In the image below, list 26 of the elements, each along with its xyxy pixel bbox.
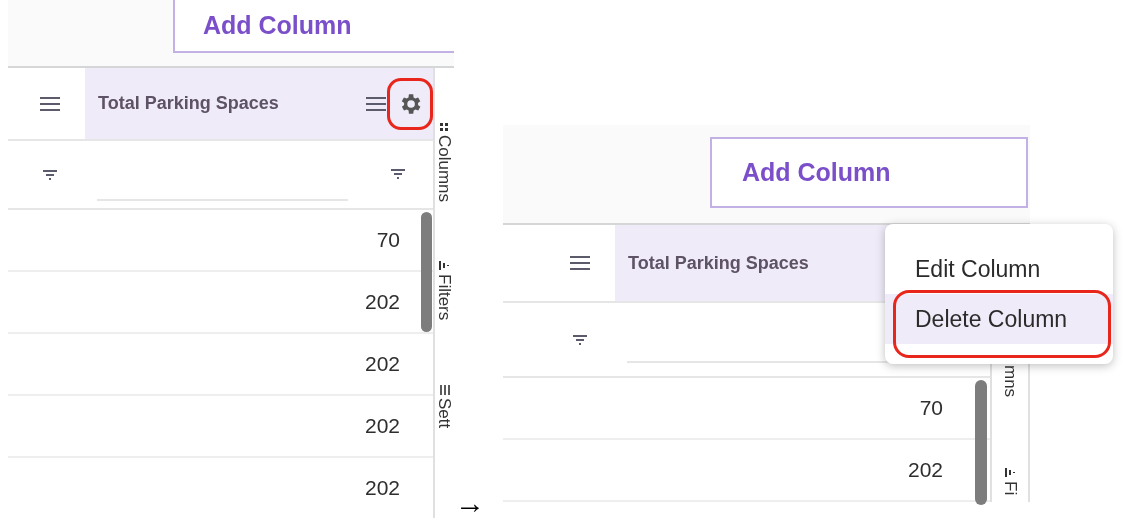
table-cell-text: 70 [376, 227, 400, 254]
table-cell-text: 202 [364, 289, 400, 316]
add-column-button[interactable]: Add Column [173, 0, 454, 53]
columns-icon [439, 385, 450, 396]
table-cell-text: 70 [919, 395, 943, 422]
menu-icon[interactable] [569, 255, 591, 271]
arrow: → [455, 488, 485, 518]
table-cell-text: 202 [907, 457, 943, 484]
side-tab[interactable]: Columns [436, 135, 453, 203]
menu-icon[interactable] [39, 95, 61, 112]
menu-item[interactable]: Delete Column [885, 294, 1113, 344]
scrollbar[interactable] [975, 380, 987, 505]
side-tab[interactable]: Fi [1001, 481, 1019, 496]
table-cell-text: 202 [364, 351, 400, 378]
side-tab[interactable]: Sett [436, 398, 453, 429]
scrollbar[interactable] [421, 212, 432, 332]
column-title: Total Parking Spaces [98, 92, 279, 115]
menu-item[interactable]: Edit Column [885, 244, 1113, 294]
side-tab[interactable]: mns [1001, 365, 1019, 398]
column-title: Total Parking Spaces [628, 251, 809, 275]
table-cell-text: 202 [364, 413, 400, 440]
grid-icon [440, 123, 449, 132]
side-tab[interactable]: Filters [436, 274, 453, 321]
table-cell-text: 202 [364, 475, 400, 502]
add-column-button[interactable]: Add Column [710, 137, 1028, 208]
menu-icon[interactable] [365, 95, 387, 112]
